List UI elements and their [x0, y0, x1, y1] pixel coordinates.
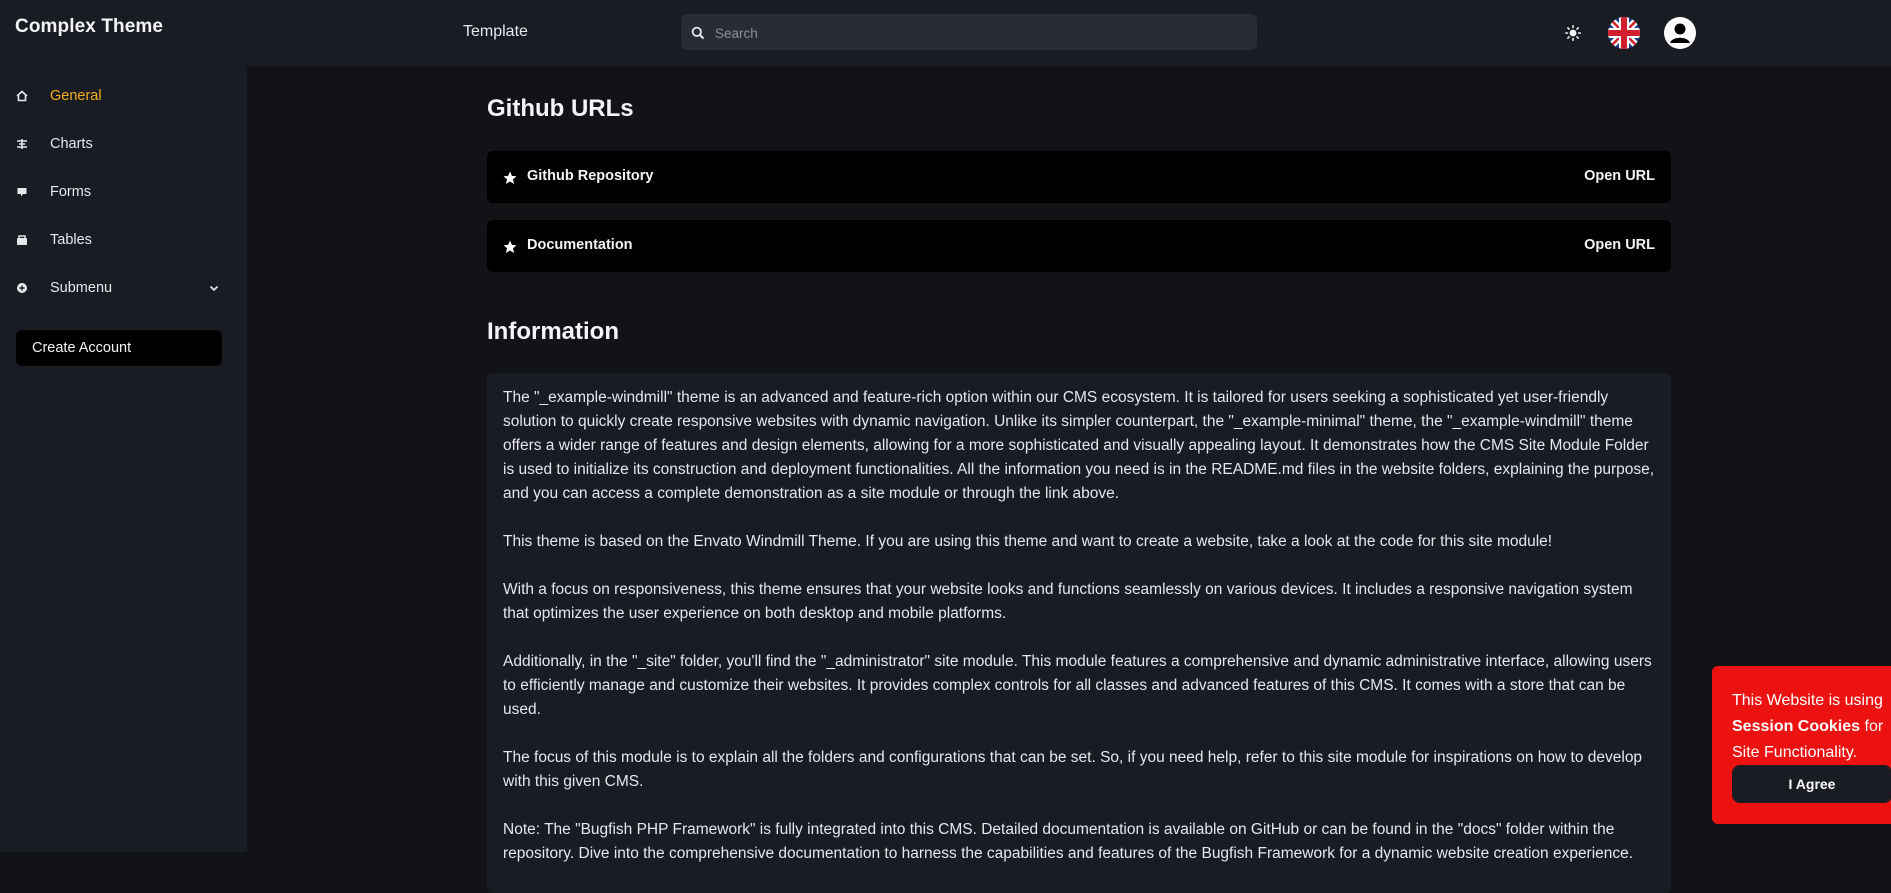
top-header: Template — [247, 0, 1891, 66]
info-paragraph: Note: The "Bugfish PHP Framework" is ful… — [503, 821, 1634, 862]
sidebar-item-label: Forms — [50, 184, 92, 200]
information-box: The "_example-windmill" theme is an adva… — [487, 373, 1671, 893]
sidebar-item-submenu[interactable]: Submenu — [0, 264, 247, 312]
cookie-text-bold: Session Cookies — [1732, 718, 1861, 735]
user-avatar-icon[interactable] — [1663, 16, 1697, 54]
theme-toggle-icon[interactable] — [1565, 25, 1581, 45]
github-urls-title: Github URLs — [487, 95, 634, 122]
url-name: Documentation — [527, 237, 633, 253]
info-paragraph: The focus of this module is to explain a… — [503, 749, 1643, 790]
info-paragraph: With a focus on responsiveness, this the… — [503, 581, 1633, 622]
info-paragraph: Additionally, in the "_site" folder, you… — [503, 653, 1652, 718]
info-paragraph: The "_example-windmill" theme is an adva… — [503, 389, 1655, 502]
sidebar-item-general[interactable]: General — [0, 72, 247, 120]
url-card-documentation: Documentation Open URL — [487, 220, 1671, 272]
url-name: Github Repository — [527, 168, 654, 184]
cookie-banner: This Website is using Session Cookies fo… — [1712, 666, 1891, 824]
chart-icon — [16, 138, 28, 150]
search-input[interactable] — [713, 14, 1247, 52]
chevron-down-icon[interactable] — [208, 282, 220, 294]
sidebar-nav: General Charts Forms Tables Submenu — [0, 72, 247, 312]
star-icon — [503, 170, 517, 184]
sidebar-item-charts[interactable]: Charts — [0, 120, 247, 168]
brand-title[interactable]: Complex Theme — [15, 16, 163, 38]
url-card-github-repository: Github Repository Open URL — [487, 151, 1671, 203]
create-account-button[interactable]: Create Account — [16, 330, 222, 366]
home-icon — [16, 90, 28, 102]
header-title: Template — [463, 23, 528, 40]
sidebar-item-label: Tables — [50, 232, 92, 248]
search-bar[interactable] — [681, 14, 1257, 52]
search-icon — [691, 25, 705, 40]
forms-icon — [16, 186, 28, 198]
tables-icon — [16, 234, 28, 246]
information-title: Information — [487, 318, 619, 345]
star-icon — [503, 239, 517, 253]
sidebar-item-label: Charts — [50, 136, 93, 152]
cookie-agree-button[interactable]: I Agree — [1732, 765, 1891, 803]
sidebar-item-label: General — [50, 88, 102, 104]
sidebar-item-label: Submenu — [50, 280, 113, 296]
uk-flag-icon[interactable] — [1607, 16, 1641, 54]
sidebar: Complex Theme General Charts Forms Table… — [0, 0, 247, 852]
submenu-icon — [16, 282, 28, 294]
open-url-link[interactable]: Open URL — [1584, 237, 1655, 253]
sidebar-item-tables[interactable]: Tables — [0, 216, 247, 264]
cookie-text: This Website is using Session Cookies fo… — [1732, 692, 1884, 761]
open-url-link[interactable]: Open URL — [1584, 168, 1655, 184]
sidebar-item-forms[interactable]: Forms — [0, 168, 247, 216]
info-paragraph: This theme is based on the Envato Windmi… — [503, 533, 1553, 550]
